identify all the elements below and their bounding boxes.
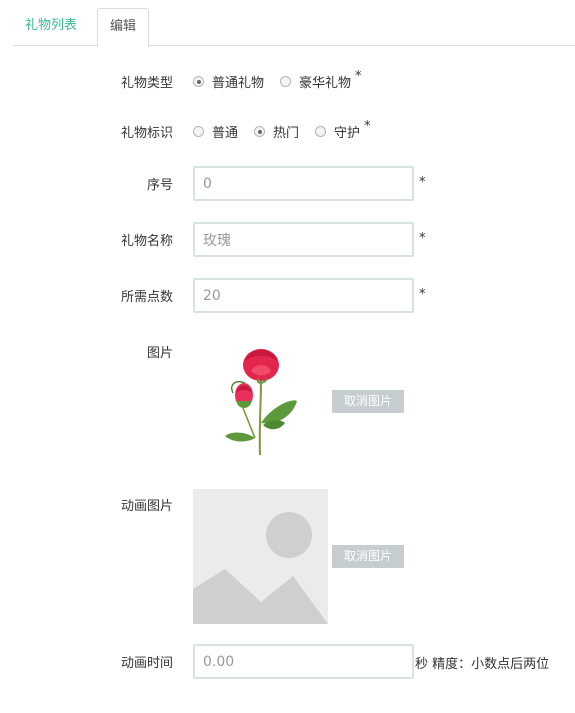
required-mark: * (355, 69, 362, 84)
cancel-image-button[interactable]: 取消图片 (332, 390, 404, 413)
gift-tag-label: 礼物标识 (120, 126, 173, 141)
radio-label: 普通礼物 (212, 76, 265, 91)
rose-image (225, 349, 297, 456)
gift-name-input[interactable] (193, 222, 414, 257)
required-mark: * (419, 231, 426, 246)
order-label: 序号 (146, 178, 173, 193)
gift-type-radio-group: 普通礼物 豪华礼物 * (193, 69, 362, 91)
radio-dot-checked[interactable] (254, 126, 266, 137)
gift-name-label: 礼物名称 (120, 234, 173, 249)
required-mark: * (364, 119, 371, 134)
anim-time-label: 动画时间 (120, 656, 173, 671)
points-input[interactable] (193, 278, 414, 313)
tab-edit[interactable]: 编辑 (97, 8, 150, 47)
radio-label: 普通 (212, 126, 239, 141)
points-label: 所需点数 (120, 290, 173, 305)
radio-label: 守护 (334, 126, 361, 141)
radio-label: 豪华礼物 (299, 76, 352, 91)
anim-time-input[interactable] (193, 644, 414, 679)
gift-tag-radio-group: 普通 热门 守护 * (193, 119, 371, 141)
tab-gift-list[interactable]: 礼物列表 (13, 8, 89, 44)
radio-dot[interactable] (315, 126, 327, 137)
required-mark: * (419, 287, 426, 302)
image-placeholder-icon (193, 489, 328, 624)
radio-tag-hot[interactable]: 热门 (254, 122, 299, 141)
radio-dot[interactable] (280, 76, 292, 87)
anim-time-hint: 秒 精度：小数点后两位 (415, 657, 550, 672)
gift-type-label: 礼物类型 (120, 76, 173, 91)
radio-tag-normal[interactable]: 普通 (193, 122, 238, 141)
radio-dot[interactable] (193, 126, 204, 137)
order-input[interactable] (193, 166, 414, 201)
radio-dot-checked[interactable] (193, 76, 204, 87)
radio-luxury-gift[interactable]: 豪华礼物 (280, 72, 351, 91)
radio-normal-gift[interactable]: 普通礼物 (193, 72, 264, 91)
required-mark: * (419, 175, 426, 190)
image-label: 图片 (146, 346, 173, 361)
radio-tag-guard[interactable]: 守护 (315, 122, 360, 141)
anim-image-label: 动画图片 (120, 499, 173, 514)
radio-label: 热门 (273, 126, 300, 141)
cancel-anim-image-button[interactable]: 取消图片 (332, 545, 404, 568)
tab-bar: 礼物列表 编辑 (13, 8, 575, 47)
